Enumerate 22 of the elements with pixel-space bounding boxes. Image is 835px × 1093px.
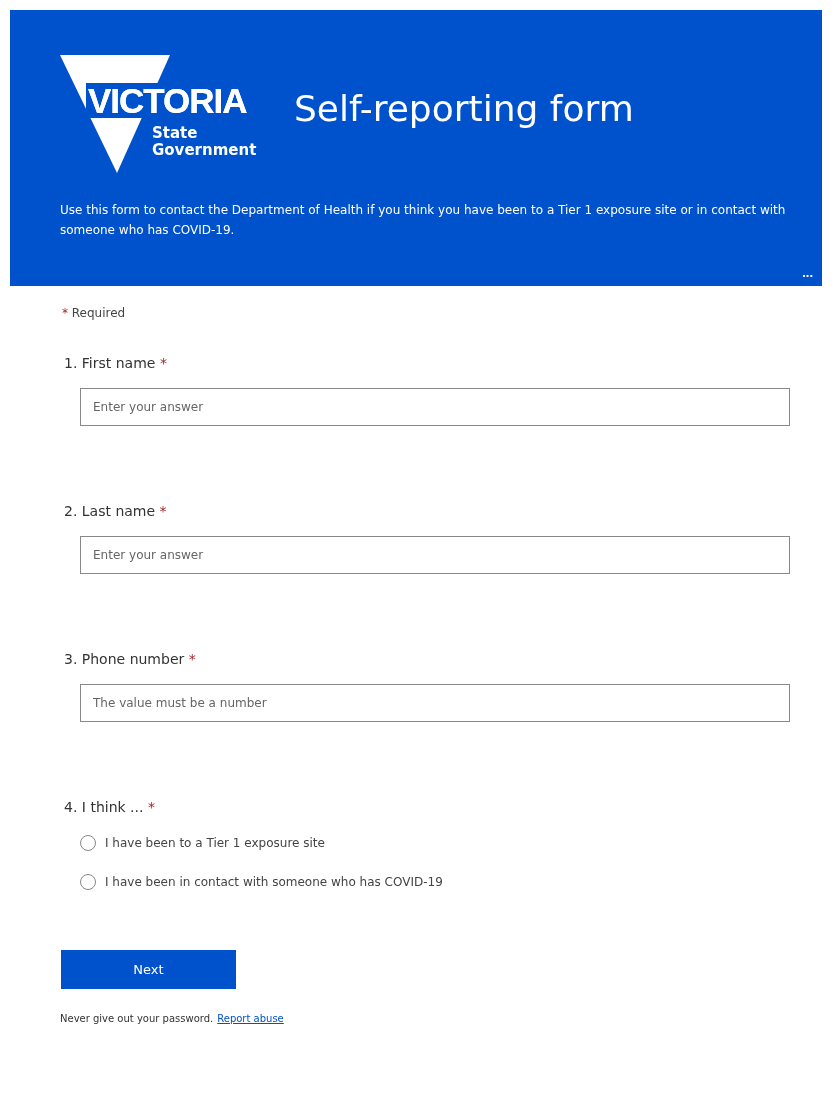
logo-subtitle: State Government (152, 125, 257, 158)
option-label: I have been in contact with someone who has COVID-19 (105, 875, 443, 889)
answer-field[interactable]: Enter your answer (80, 536, 790, 574)
logo-wordmark: VICTORIA (86, 83, 249, 118)
more-options-button[interactable]: ... (798, 265, 817, 280)
next-button[interactable]: Next (61, 950, 236, 989)
question-title: 2. Last name (64, 503, 156, 519)
required-mark: * (159, 503, 167, 519)
question-title: 3. Phone number (64, 651, 185, 667)
answer-field[interactable]: The value must be a number (80, 684, 790, 722)
answer-field[interactable]: Enter your answer (80, 388, 790, 426)
option-label: I have been to a Tier 1 exposure site (105, 836, 325, 850)
required-mark: * (188, 651, 196, 667)
required-mark: * (147, 799, 155, 815)
required-mark: * (159, 355, 167, 371)
form-description: Use this form to contact the Department of Health if you think you have been to a Tier 1 exposure site or in contact with someone who has COVID-19. (60, 202, 787, 239)
report-abuse-link[interactable]: Report abuse (217, 1013, 284, 1024)
question-title: 1. First name (64, 355, 156, 371)
required-note: * Required (62, 306, 127, 320)
form-title: Self-reporting form (294, 87, 634, 129)
question-title: 4. I think ... (64, 799, 144, 815)
footer-note: Never give out your password. (60, 1013, 214, 1024)
